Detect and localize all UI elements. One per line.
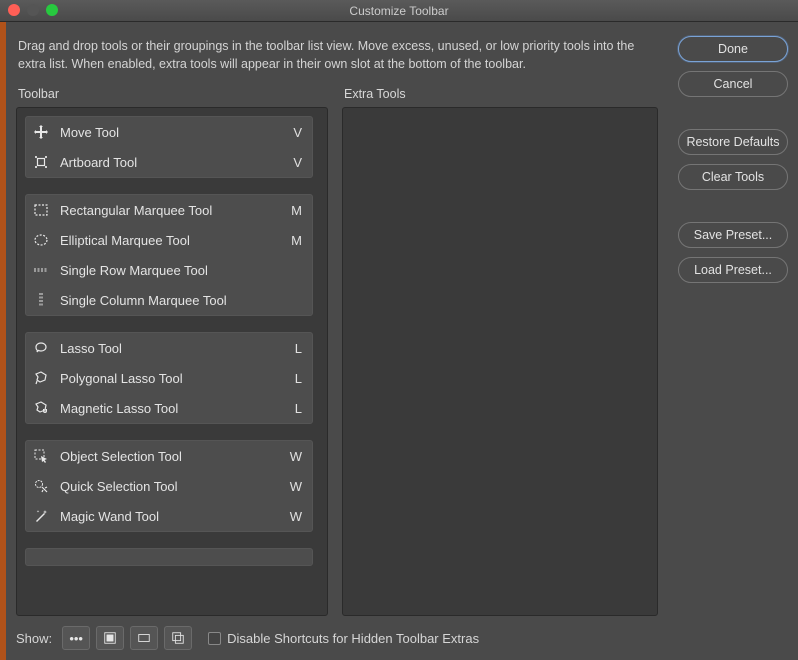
extra-tools-listbox[interactable] — [342, 107, 658, 616]
tool-row[interactable]: Artboard Tool V — [26, 147, 312, 177]
disable-shortcuts-checkbox-row[interactable]: Disable Shortcuts for Hidden Toolbar Ext… — [208, 631, 479, 646]
tool-label: Quick Selection Tool — [60, 479, 276, 494]
cancel-button[interactable]: Cancel — [678, 71, 788, 97]
fullscreen-icon — [103, 631, 117, 645]
tool-group[interactable]: Lasso ToolLPolygonal Lasso ToolLMagnetic… — [25, 332, 313, 424]
move-icon — [32, 123, 50, 141]
tool-shortcut: L — [286, 401, 302, 416]
tool-row[interactable]: Move Tool V — [26, 117, 312, 147]
toolbar-column: Toolbar Move Tool V Artboard Tool V Rectangu… — [16, 87, 328, 616]
tool-shortcut: V — [286, 125, 302, 140]
restore-defaults-button[interactable]: Restore Defaults — [678, 129, 788, 155]
disable-shortcuts-checkbox[interactable] — [208, 632, 221, 645]
tool-label: Lasso Tool — [60, 341, 276, 356]
tool-shortcut: M — [286, 233, 302, 248]
save-preset-button[interactable]: Save Preset... — [678, 222, 788, 248]
tool-label: Object Selection Tool — [60, 449, 276, 464]
tool-row[interactable]: Quick Selection Tool W — [26, 471, 312, 501]
tool-label: Elliptical Marquee Tool — [60, 233, 276, 248]
tool-row[interactable]: Single Row Marquee Tool — [26, 255, 312, 285]
polygonal-lasso-icon — [32, 369, 50, 387]
show-fullscreen-button[interactable] — [96, 626, 124, 650]
window-title: Customize Toolbar — [349, 4, 448, 18]
ellipsis-icon: ••• — [69, 631, 83, 646]
tool-row[interactable]: Rectangular Marquee Tool M — [26, 195, 312, 225]
tool-row[interactable]: Magic Wand Tool W — [26, 501, 312, 531]
show-frame-button[interactable] — [130, 626, 158, 650]
side-buttons: Done Cancel Restore Defaults Clear Tools… — [678, 36, 788, 283]
ellipse-marquee-icon — [32, 231, 50, 249]
tool-group[interactable] — [25, 548, 313, 566]
frame-icon — [137, 631, 151, 645]
tool-group[interactable]: Rectangular Marquee ToolMElliptical Marq… — [25, 194, 313, 316]
tool-shortcut: M — [286, 203, 302, 218]
overlap-icon — [171, 631, 185, 645]
tool-row[interactable]: Polygonal Lasso Tool L — [26, 363, 312, 393]
load-preset-button[interactable]: Load Preset... — [678, 257, 788, 283]
show-ellipsis-button[interactable]: ••• — [62, 626, 90, 650]
toolbar-header: Toolbar — [16, 87, 328, 107]
tool-shortcut: W — [286, 509, 302, 524]
lasso-icon — [32, 339, 50, 357]
tool-shortcut: L — [286, 341, 302, 356]
single-row-marquee-icon — [32, 261, 50, 279]
tool-label: Artboard Tool — [60, 155, 276, 170]
tool-label: Single Row Marquee Tool — [60, 263, 276, 278]
tool-label: Rectangular Marquee Tool — [60, 203, 276, 218]
zoom-window-button[interactable] — [46, 4, 58, 16]
artboard-icon — [32, 153, 50, 171]
tool-shortcut: W — [286, 449, 302, 464]
tool-shortcut: V — [286, 155, 302, 170]
tool-row[interactable]: Lasso Tool L — [26, 333, 312, 363]
tool-row[interactable]: Magnetic Lasso Tool L — [26, 393, 312, 423]
tool-shortcut: L — [286, 371, 302, 386]
tool-label: Polygonal Lasso Tool — [60, 371, 276, 386]
magnetic-lasso-icon — [32, 399, 50, 417]
rect-marquee-icon — [32, 201, 50, 219]
tool-label: Magnetic Lasso Tool — [60, 401, 276, 416]
extra-tools-header: Extra Tools — [342, 87, 658, 107]
titlebar: Customize Toolbar — [0, 0, 798, 22]
show-label: Show: — [16, 631, 52, 646]
tool-label: Single Column Marquee Tool — [60, 293, 276, 308]
show-overlap-button[interactable] — [164, 626, 192, 650]
tool-row[interactable]: Object Selection Tool W — [26, 441, 312, 471]
tool-shortcut: W — [286, 479, 302, 494]
clear-tools-button[interactable]: Clear Tools — [678, 164, 788, 190]
window-controls — [8, 4, 58, 16]
quick-selection-icon — [32, 477, 50, 495]
single-col-marquee-icon — [32, 291, 50, 309]
extra-tools-column: Extra Tools — [342, 87, 658, 616]
done-button[interactable]: Done — [678, 36, 788, 62]
object-selection-icon — [32, 447, 50, 465]
tool-group[interactable]: Move Tool V Artboard Tool V — [25, 116, 313, 178]
close-window-button[interactable] — [8, 4, 20, 16]
tool-label: Move Tool — [60, 125, 276, 140]
tool-group[interactable]: Object Selection ToolWQuick Selection To… — [25, 440, 313, 532]
toolbar-listbox[interactable]: Move Tool V Artboard Tool V Rectangular Marq… — [16, 107, 328, 616]
tool-row[interactable]: Single Column Marquee Tool — [26, 285, 312, 315]
tool-label: Magic Wand Tool — [60, 509, 276, 524]
magic-wand-icon — [32, 507, 50, 525]
footer: Show: ••• Disable Shortcuts for Hidden T… — [6, 616, 798, 660]
disable-shortcuts-label: Disable Shortcuts for Hidden Toolbar Ext… — [227, 631, 479, 646]
show-buttons-group: ••• — [62, 626, 192, 650]
minimize-window-button — [27, 4, 39, 16]
tool-row[interactable]: Elliptical Marquee Tool M — [26, 225, 312, 255]
